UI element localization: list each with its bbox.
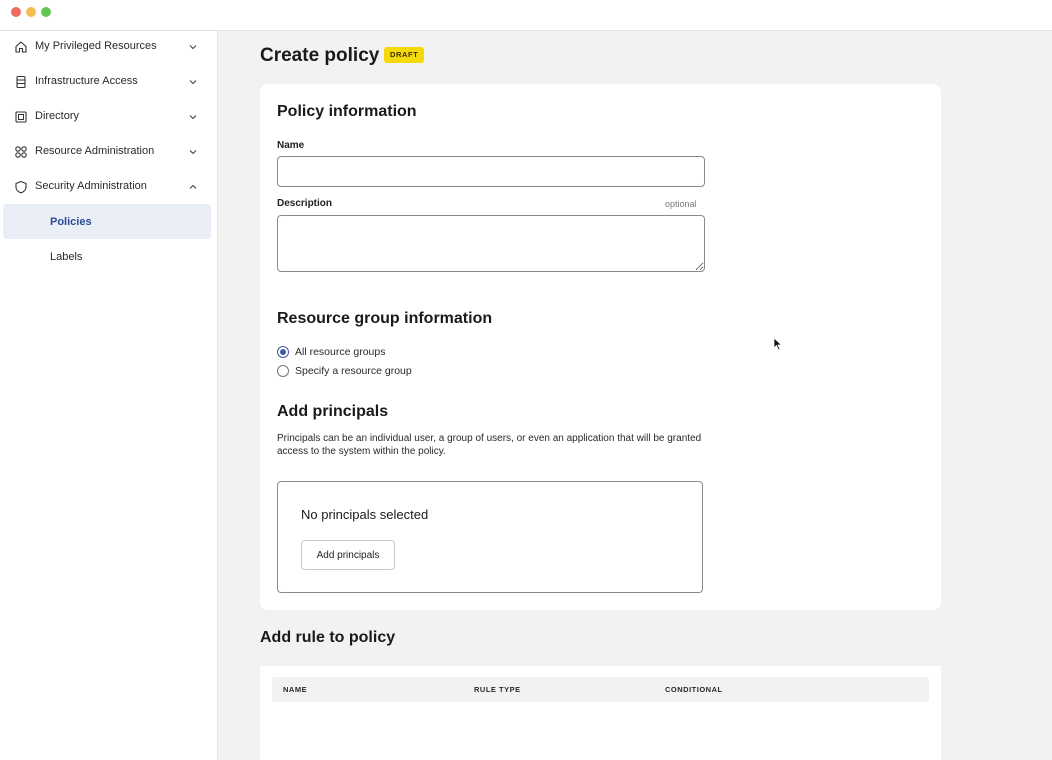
sidebar-subitem-label: Policies xyxy=(50,216,92,228)
shield-icon xyxy=(15,180,27,194)
policy-form-card: Policy information Name Description opti… xyxy=(260,84,941,610)
table-header: NAME RULE TYPE CONDITIONAL xyxy=(272,677,929,702)
sidebar-item-my-privileged-resources[interactable]: My Privileged Resources xyxy=(0,31,217,66)
chevron-down-icon xyxy=(189,80,197,85)
add-principals-heading: Add principals xyxy=(277,403,389,420)
radio-button-checked[interactable] xyxy=(277,346,289,358)
sidebar-item-label: Directory xyxy=(35,110,80,122)
mouse-cursor-icon xyxy=(773,337,783,351)
sidebar-item-labels[interactable]: Labels xyxy=(3,239,211,274)
sidebar-subitem-label: Labels xyxy=(50,251,83,263)
rules-table: NAME RULE TYPE CONDITIONAL xyxy=(260,666,941,760)
grid-icon xyxy=(15,146,27,158)
column-header-conditional[interactable]: CONDITIONAL xyxy=(665,685,723,695)
sidebar-item-label: Security Administration xyxy=(35,180,147,192)
chevron-down-icon xyxy=(189,150,197,155)
sidebar-item-policies[interactable]: Policies xyxy=(3,204,211,239)
server-icon xyxy=(16,75,26,89)
radio-label: Specify a resource group xyxy=(295,365,412,377)
page-title: Create policy xyxy=(260,45,380,66)
radio-button[interactable] xyxy=(277,365,289,377)
sidebar-item-label: Resource Administration xyxy=(35,145,155,157)
status-badge: DRAFT xyxy=(384,47,425,63)
radio-label: All resource groups xyxy=(295,346,386,358)
directory-icon xyxy=(15,111,27,123)
policy-information-heading: Policy information xyxy=(277,103,417,120)
minimize-window-button[interactable] xyxy=(26,7,36,17)
window-titlebar xyxy=(0,0,1052,31)
sidebar-item-label: My Privileged Resources xyxy=(35,40,157,52)
main-content: Create policy DRAFT Policy information N… xyxy=(218,31,1052,760)
home-icon xyxy=(15,41,27,53)
close-window-button[interactable] xyxy=(11,7,21,17)
maximize-window-button[interactable] xyxy=(41,7,51,17)
description-field[interactable] xyxy=(277,215,705,272)
sidebar-item-label: Infrastructure Access xyxy=(35,75,138,87)
chevron-down-icon xyxy=(189,45,197,50)
column-header-rule-type[interactable]: RULE TYPE xyxy=(474,685,521,695)
optional-hint: optional xyxy=(665,199,697,209)
name-field[interactable] xyxy=(277,156,705,187)
sidebar: My Privileged Resources Infrastructure A… xyxy=(0,31,218,760)
sidebar-item-security-administration[interactable]: Security Administration xyxy=(0,171,217,206)
column-header-name[interactable]: NAME xyxy=(283,685,307,695)
sidebar-item-resource-administration[interactable]: Resource Administration xyxy=(0,136,217,171)
name-label: Name xyxy=(277,140,305,151)
sidebar-item-infrastructure-access[interactable]: Infrastructure Access xyxy=(0,66,217,101)
principals-description: Principals can be an individual user, a … xyxy=(277,433,702,457)
add-principals-button[interactable]: Add principals xyxy=(301,540,395,570)
add-rule-heading: Add rule to policy xyxy=(260,629,396,646)
resource-group-heading: Resource group information xyxy=(277,310,493,327)
sidebar-item-directory[interactable]: Directory xyxy=(0,101,217,136)
chevron-up-icon xyxy=(189,184,197,189)
chevron-down-icon xyxy=(189,115,197,120)
empty-state-text: No principals selected xyxy=(301,507,429,522)
description-label: Description xyxy=(277,198,333,209)
principals-box: No principals selected Add principals xyxy=(277,481,703,593)
